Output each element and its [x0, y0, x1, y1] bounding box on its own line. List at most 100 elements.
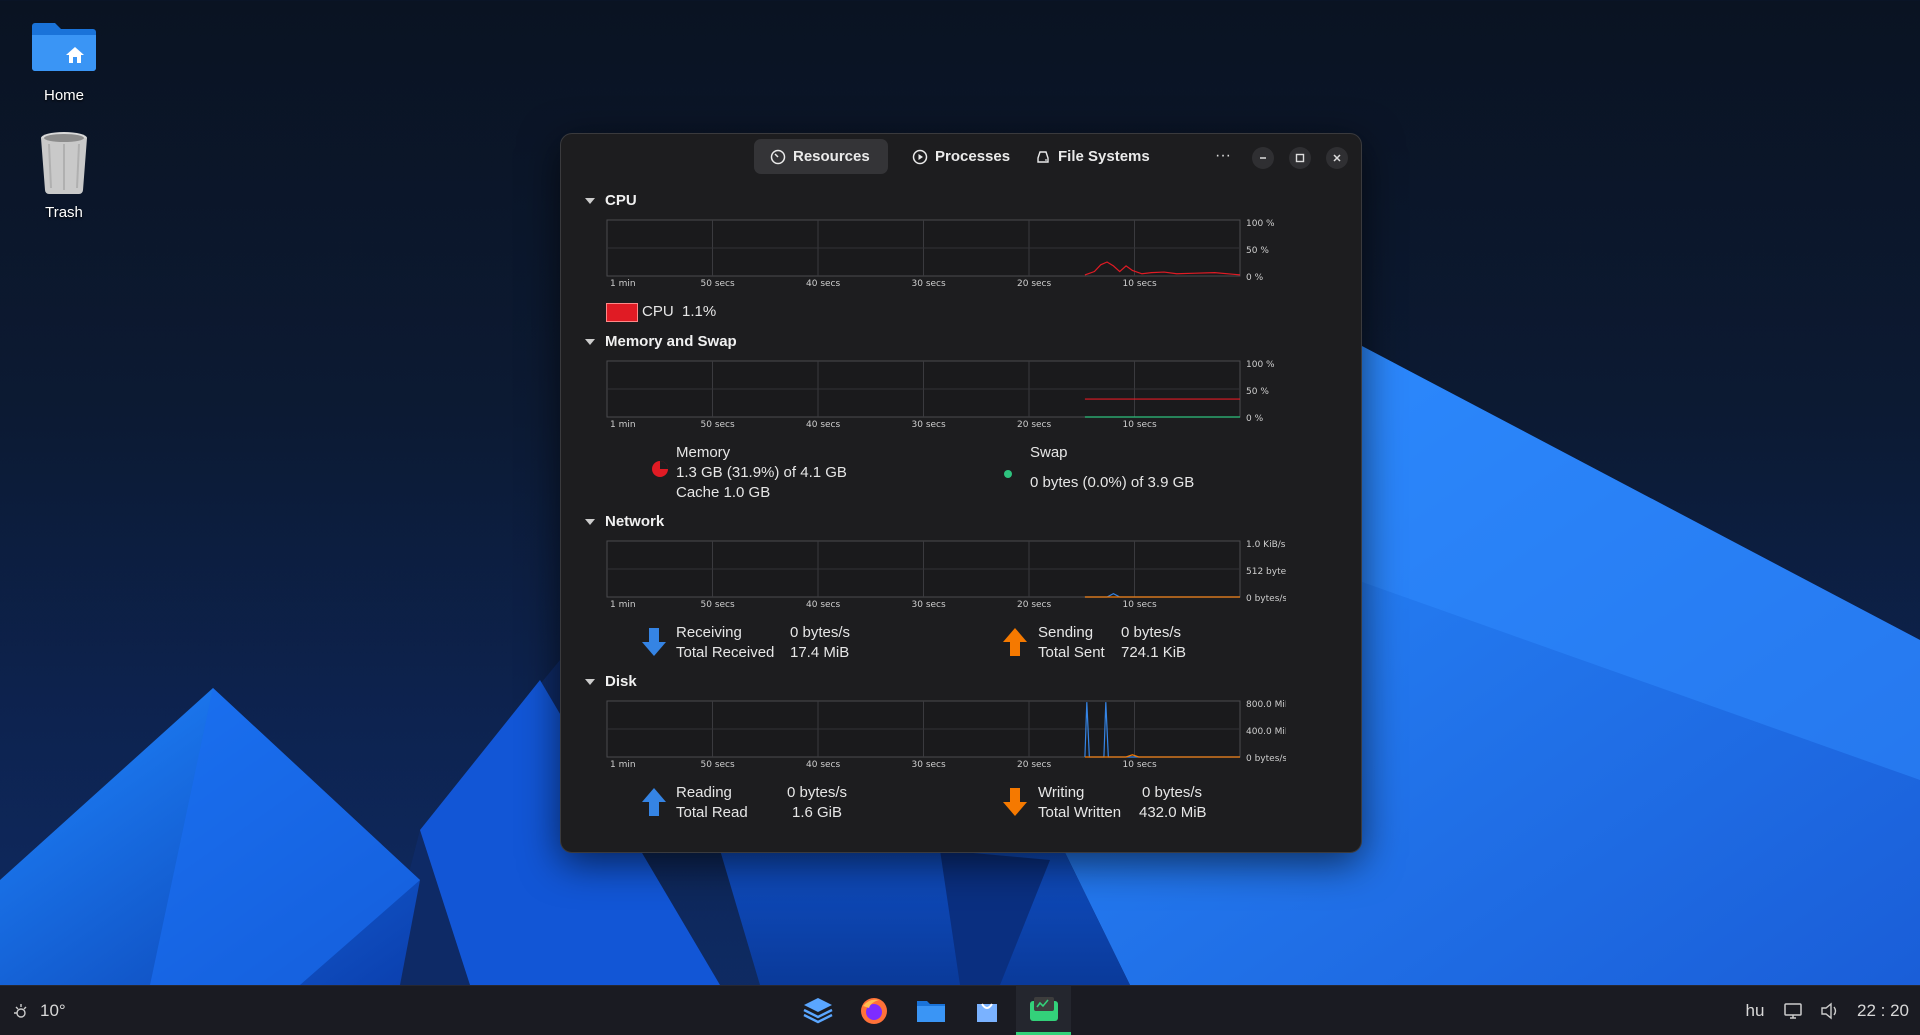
graph-time-label: 30 secs [912, 600, 946, 610]
reading-label: Reading [676, 784, 732, 801]
swap-dot-icon [1004, 470, 1012, 478]
graph-time-label: 10 secs [1123, 760, 1157, 770]
graph-scale-label: 800.0 MiB/s [1246, 700, 1286, 710]
volume-tray-button[interactable] [1816, 986, 1842, 1035]
tab-processes[interactable]: Processes [896, 139, 1026, 174]
graph-time-label: 20 secs [1017, 760, 1051, 770]
sending-label: Sending [1038, 624, 1094, 641]
minimize-button[interactable] [1252, 147, 1274, 169]
desktop-icon-home[interactable]: Home [9, 13, 119, 104]
close-button[interactable] [1326, 147, 1348, 169]
system-monitor-icon [1029, 997, 1058, 1021]
graph-scale-label: 0 bytes/s [1246, 754, 1286, 764]
graph-time-label: 40 secs [806, 600, 840, 610]
tab-label: Processes [935, 148, 1011, 165]
memory-label: Memory [676, 444, 731, 461]
section-disk-toggle[interactable]: Disk [585, 673, 637, 690]
cpu-graph: 1 min 50 secs 40 secs 30 secs 20 secs 10 secs… [606, 219, 1286, 295]
network-graph: 1 min 50 secs 40 secs 30 secs 20 secs 10 secs… [606, 540, 1286, 616]
taskbar-app-system-monitor[interactable] [1016, 986, 1071, 1035]
expand-triangle-icon [585, 678, 595, 685]
firefox-icon [861, 997, 887, 1024]
menu-button[interactable]: ··· [1211, 136, 1235, 176]
total-read-label: Total Read [676, 804, 748, 821]
close-icon [1333, 154, 1341, 162]
memory-graph: 1 min 50 secs 40 secs 30 secs 20 secs 10 secs… [606, 360, 1286, 436]
graph-time-label: 40 secs [806, 760, 840, 770]
graph-scale-label: 0 % [1246, 273, 1264, 283]
network-wired-icon [1784, 1002, 1802, 1019]
receiving-arrow-icon [642, 628, 666, 656]
taskbar: 10° hu 22: 20 [0, 985, 1920, 1035]
graph-time-label: 40 secs [806, 420, 840, 430]
graph-time-label: 50 secs [701, 279, 735, 289]
graph-time-label: 30 secs [912, 760, 946, 770]
minimize-icon [1260, 157, 1266, 159]
graph-scale-label: 400.0 MiB/s [1246, 727, 1286, 737]
section-network-toggle[interactable]: Network [585, 513, 664, 530]
graph-time-label: 20 secs [1017, 600, 1051, 610]
maximize-button[interactable] [1289, 147, 1311, 169]
total-read-value: 1.6 GiB [792, 804, 843, 821]
receiving-label: Receiving [676, 624, 742, 641]
swap-value: 0 bytes (0.0%) of 3.9 GB [1030, 474, 1195, 491]
volume-icon [1821, 1002, 1837, 1019]
graph-scale-label: 0 % [1246, 414, 1264, 424]
graph-time-label: 10 secs [1123, 600, 1157, 610]
gauge-icon [770, 149, 786, 164]
graph-time-label: 10 secs [1123, 279, 1157, 289]
total-written-label: Total Written [1038, 804, 1122, 821]
taskbar-app-store[interactable] [965, 986, 1009, 1035]
swap-label: Swap [1030, 444, 1068, 461]
disk-icon [1037, 150, 1049, 163]
trash-icon [29, 130, 99, 200]
reading-arrow-icon [642, 788, 666, 816]
network-tray-button[interactable] [1780, 986, 1806, 1035]
graph-time-label: 1 min [610, 420, 636, 430]
graph-scale-label: 100 % [1246, 360, 1275, 370]
total-received-label: Total Received [676, 644, 775, 661]
weather-widget[interactable]: 10° [12, 986, 72, 1035]
section-title: Memory and Swap [605, 333, 737, 350]
desktop-icon-trash[interactable]: Trash [9, 130, 119, 221]
memory-pie-icon [652, 461, 668, 477]
graph-scale-label: 0 bytes/s [1246, 594, 1286, 604]
reading-value: 0 bytes/s [787, 784, 848, 801]
sending-value: 0 bytes/s [1121, 624, 1182, 641]
graph-scale-label: 50 % [1246, 246, 1269, 256]
receiving-value: 0 bytes/s [790, 624, 851, 641]
graph-time-label: 20 secs [1017, 279, 1051, 289]
graph-scale-label: 50 % [1246, 387, 1269, 397]
expand-triangle-icon [585, 197, 595, 204]
memory-cache: Cache 1.0 GB [676, 484, 771, 501]
section-title: CPU [605, 192, 637, 209]
taskbar-app-firefox[interactable] [852, 986, 896, 1035]
taskbar-app-stack[interactable] [796, 986, 840, 1035]
keyboard-layout-indicator[interactable]: hu [1741, 986, 1769, 1035]
graph-time-label: 20 secs [1017, 420, 1051, 430]
home-folder-icon [29, 13, 99, 83]
total-sent-value: 724.1 KiB [1121, 644, 1187, 661]
stack-icon [803, 997, 833, 1023]
more-icon: ··· [1215, 147, 1231, 164]
tab-file-systems[interactable]: File Systems [1019, 139, 1166, 174]
cpu-legend-swatch [606, 303, 638, 322]
graph-time-label: 1 min [610, 600, 636, 610]
desktop-icon-label: Trash [45, 204, 83, 221]
total-written-value: 432.0 MiB [1139, 804, 1207, 821]
section-cpu-toggle[interactable]: CPU [585, 192, 637, 209]
tab-resources[interactable]: Resources [754, 139, 888, 174]
files-icon [917, 1000, 945, 1022]
taskbar-app-files[interactable] [909, 986, 953, 1035]
cpu-legend-label: CPU [642, 303, 674, 320]
expand-triangle-icon [585, 338, 595, 345]
writing-arrow-icon [1003, 788, 1027, 816]
clock[interactable]: 22 : 20 [1853, 986, 1913, 1035]
expand-triangle-icon [585, 518, 595, 525]
graph-time-label: 50 secs [701, 760, 735, 770]
graph-time-label: 1 min [610, 760, 636, 770]
graph-scale-label: 512 bytes/s [1246, 567, 1286, 577]
section-memory-toggle[interactable]: Memory and Swap [585, 333, 737, 350]
graph-time-label: 50 secs [701, 600, 735, 610]
tab-label: File Systems [1058, 148, 1150, 165]
